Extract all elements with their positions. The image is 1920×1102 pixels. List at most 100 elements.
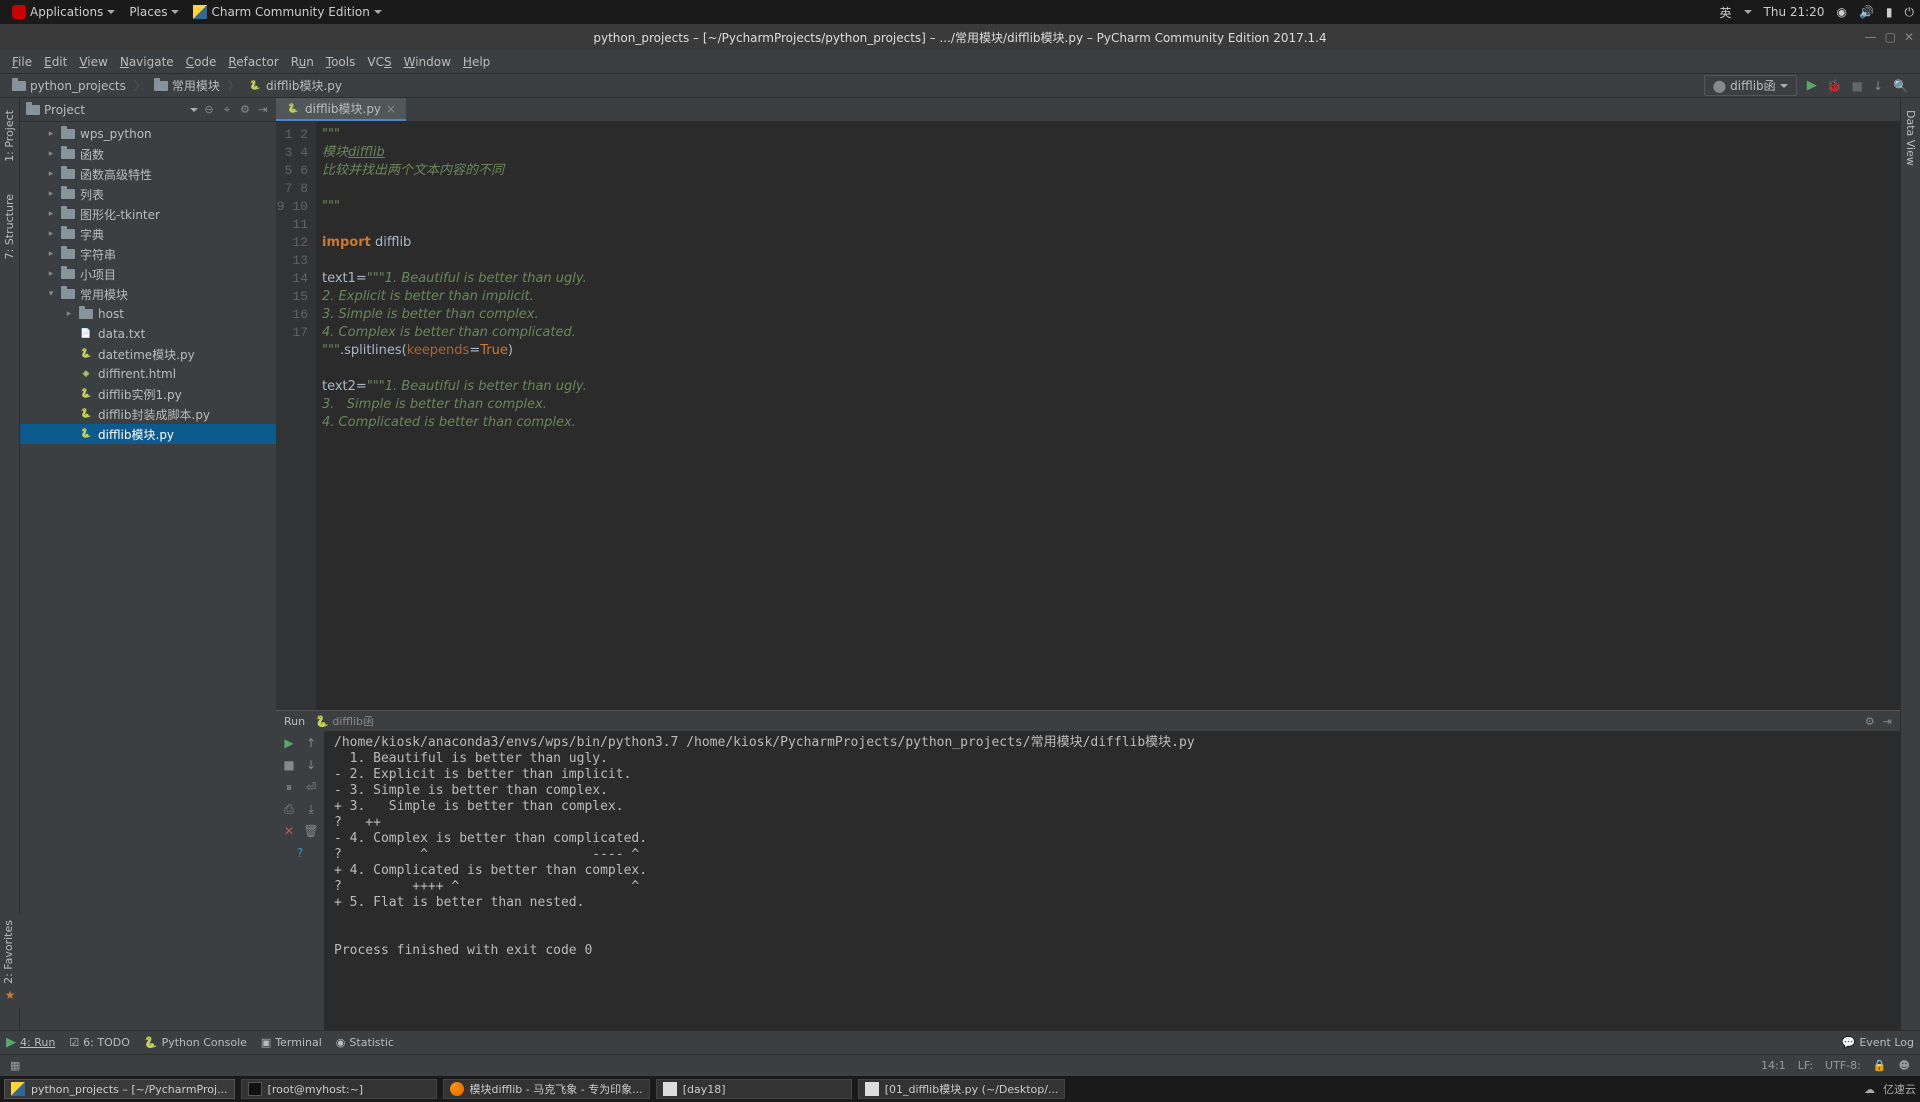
code-editor[interactable]: 1 2 3 4 5 6 7 8 9 10 11 12 13 14 15 16 1… — [276, 122, 1900, 710]
file-icon: 🐍 — [79, 387, 93, 401]
tree-item[interactable]: ▸wps_python — [20, 124, 276, 144]
tree-item[interactable]: 📄data.txt — [20, 324, 276, 344]
update-button[interactable]: ↓ — [1873, 79, 1883, 93]
scroll-button[interactable]: ⤓ — [303, 801, 319, 817]
code-content[interactable]: """ 模块difflib 比较并找出两个文本内容的不同 """ import … — [316, 122, 1900, 710]
volume-icon[interactable]: 🔊 — [1859, 5, 1874, 19]
menu-vcs[interactable]: VCS — [361, 53, 397, 71]
run-output[interactable]: /home/kiosk/anaconda3/envs/wps/bin/pytho… — [324, 731, 1900, 1030]
run-button[interactable]: ▶ — [1807, 78, 1817, 93]
minimize-button[interactable]: — — [1865, 30, 1877, 44]
tree-item[interactable]: ▸列表 — [20, 184, 276, 204]
stop-run-button[interactable]: ■ — [281, 757, 297, 773]
tree-item[interactable]: ▸字符串 — [20, 244, 276, 264]
tree-item[interactable]: ▸字典 — [20, 224, 276, 244]
run-hide-icon[interactable]: ⇥ — [1883, 715, 1892, 728]
tool-dataview-tab[interactable]: Data View — [1902, 106, 1919, 170]
tree-item[interactable]: ▸图形化-tkinter — [20, 204, 276, 224]
locate-icon[interactable]: ⌖ — [220, 103, 234, 117]
wifi-icon[interactable]: ◉ — [1836, 5, 1846, 19]
file-icon: 🐍 — [79, 407, 93, 421]
menu-edit[interactable]: Edit — [38, 53, 73, 71]
down-button[interactable]: ↓ — [303, 757, 319, 773]
menu-file[interactable]: File — [6, 53, 38, 71]
close-button[interactable]: ✕ — [1904, 30, 1914, 44]
menu-window[interactable]: Window — [398, 53, 457, 71]
search-button[interactable]: 🔍 — [1893, 79, 1908, 93]
tree-label: 小项目 — [80, 266, 116, 283]
tab-run[interactable]: ▶4: Run — [6, 1035, 55, 1050]
run-config-dropdown[interactable]: ⬤difflib函 — [1704, 75, 1797, 96]
hector-icon[interactable]: ☻ — [1899, 1059, 1910, 1072]
battery-icon[interactable]: ▮ — [1886, 5, 1893, 19]
help-button[interactable]: ? — [292, 845, 308, 861]
sys-app-menu[interactable]: Charm Community Edition — [187, 3, 387, 21]
breadcrumb-mid[interactable]: 常用模块 — [148, 77, 226, 94]
menu-view[interactable]: View — [73, 53, 113, 71]
tree-item[interactable]: ▸host — [20, 304, 276, 324]
tool-favorites-tab[interactable]: 2: Favorites — [2, 920, 15, 984]
tab-todo[interactable]: ☑6: TODO — [69, 1036, 130, 1049]
task-firefox[interactable]: 模块difflib - 马克飞象 - 专为印象... — [443, 1079, 650, 1099]
tab-statistic[interactable]: ◉Statistic — [336, 1036, 394, 1049]
task-gedit[interactable]: [01_difflib模块.py (~/Desktop/... — [858, 1079, 1066, 1099]
bottom-tool-tabs: ▶4: Run ☑6: TODO 🐍Python Console ▣Termin… — [0, 1030, 1920, 1054]
tool-project-tab[interactable]: 1: Project — [1, 106, 18, 166]
wrap-button[interactable]: ⏎ — [303, 779, 319, 795]
settings-icon[interactable]: ⚙ — [238, 103, 252, 116]
menu-code[interactable]: Code — [180, 53, 223, 71]
tree-item[interactable]: ▸小项目 — [20, 264, 276, 284]
menu-tools[interactable]: Tools — [320, 53, 362, 71]
power-icon[interactable]: ⏻ — [1905, 5, 1915, 20]
breadcrumb-file[interactable]: 🐍difflib模块.py — [242, 77, 348, 94]
file-icon: ◆ — [79, 367, 93, 381]
lock-icon[interactable]: 🔒 — [1873, 1059, 1887, 1072]
ime-indicator[interactable]: 英 — [1720, 4, 1732, 21]
file-icon: 📄 — [79, 327, 93, 341]
tool-structure-tab[interactable]: 7: Structure — [1, 190, 18, 263]
menu-help[interactable]: Help — [457, 53, 496, 71]
hide-icon[interactable]: ⇥ — [256, 103, 270, 116]
menu-refactor[interactable]: Refactor — [222, 53, 284, 71]
task-terminal[interactable]: [root@myhost:~] — [241, 1079, 437, 1099]
event-log[interactable]: 💬Event Log — [1842, 1036, 1914, 1049]
close-tab-icon[interactable]: × — [386, 102, 396, 116]
collapse-icon[interactable]: ⊖ — [202, 103, 216, 116]
line-separator[interactable]: LF: — [1798, 1059, 1813, 1072]
debug-button[interactable]: 🐞 — [1827, 79, 1842, 93]
rerun-button[interactable]: ▶ — [281, 735, 297, 751]
editor-tab[interactable]: 🐍difflib模块.py× — [276, 98, 406, 121]
tree-item[interactable]: ◆diffirent.html — [20, 364, 276, 384]
tree-item[interactable]: ▾常用模块 — [20, 284, 276, 304]
sys-apps-menu[interactable]: Applications — [6, 3, 121, 21]
sys-places-menu[interactable]: Places — [123, 3, 185, 21]
menu-run[interactable]: Run — [285, 53, 320, 71]
task-pycharm[interactable]: python_projects – [~/PycharmProj... — [4, 1079, 235, 1099]
tree-item[interactable]: 🐍difflib模块.py — [20, 424, 276, 444]
up-button[interactable]: ↑ — [303, 735, 319, 751]
breadcrumb-root[interactable]: python_projects — [6, 79, 132, 93]
maximize-button[interactable]: ▢ — [1885, 30, 1896, 44]
tree-item[interactable]: 🐍difflib实例1.py — [20, 384, 276, 404]
tree-item[interactable]: ▸函数高级特性 — [20, 164, 276, 184]
terminal-icon — [248, 1082, 262, 1096]
stop-button[interactable]: ■ — [1852, 79, 1863, 93]
encoding[interactable]: UTF-8: — [1825, 1059, 1861, 1072]
tab-python-console[interactable]: 🐍Python Console — [144, 1036, 247, 1049]
menu-navigate[interactable]: Navigate — [114, 53, 180, 71]
clear-button[interactable]: 🗑 — [303, 823, 319, 839]
app-menubar: File Edit View Navigate Code Refactor Ru… — [0, 50, 1920, 74]
clock[interactable]: Thu 21:20 — [1764, 5, 1825, 19]
cursor-position[interactable]: 14:1 — [1761, 1059, 1786, 1072]
close-run-button[interactable]: ✕ — [281, 823, 297, 839]
project-tree[interactable]: ▸wps_python▸函数▸函数高级特性▸列表▸图形化-tkinter▸字典▸… — [20, 122, 276, 1030]
tab-terminal[interactable]: ▣Terminal — [261, 1036, 322, 1049]
tree-item[interactable]: 🐍datetime模块.py — [20, 344, 276, 364]
tree-item[interactable]: ▸函数 — [20, 144, 276, 164]
print-button[interactable]: ⎙ — [281, 801, 297, 817]
status-icon[interactable]: ▦ — [10, 1059, 20, 1072]
task-files[interactable]: [day18] — [656, 1079, 852, 1099]
run-settings-icon[interactable]: ⚙ — [1865, 715, 1875, 728]
tree-item[interactable]: 🐍difflib封装成脚本.py — [20, 404, 276, 424]
pause-button[interactable]: ⏸ — [281, 779, 297, 795]
